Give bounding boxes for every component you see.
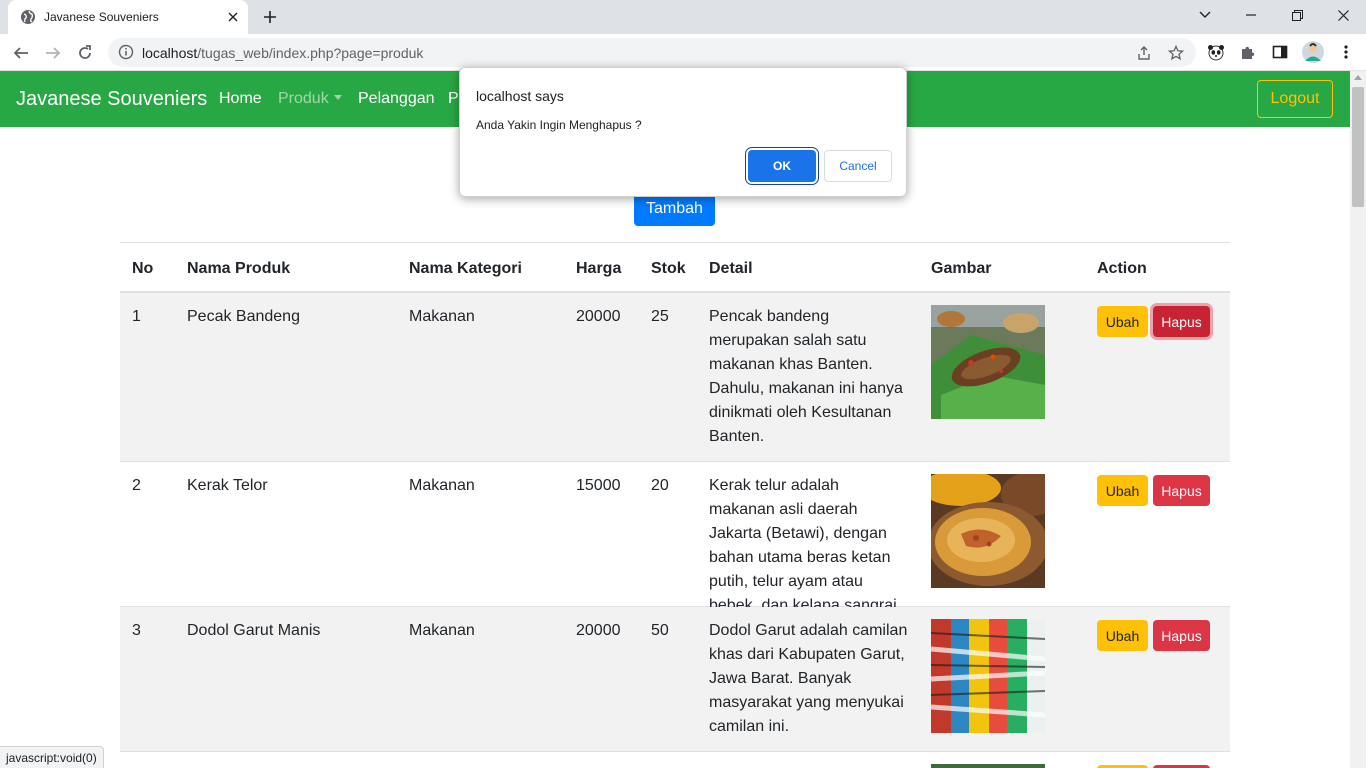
delete-button[interactable]: Hapus bbox=[1153, 475, 1210, 506]
site-info-icon[interactable] bbox=[118, 44, 134, 65]
profile-avatar[interactable] bbox=[1301, 40, 1325, 64]
minimize-icon[interactable] bbox=[1228, 0, 1274, 30]
cell-detail: Dodol Garut adalah camilan khas dari Kab… bbox=[709, 622, 908, 735]
header-nama-kategori: Nama Kategori bbox=[409, 260, 522, 277]
globe-icon bbox=[20, 9, 36, 25]
cell-stok: 20 bbox=[651, 477, 669, 494]
cell-harga: 15000 bbox=[576, 477, 621, 494]
url-path: /tugas_web/index.php?page=produk bbox=[197, 45, 424, 61]
product-image-dodol-garut bbox=[931, 619, 1045, 733]
product-image-partial bbox=[931, 764, 1045, 768]
cell-kategori: Makanan bbox=[409, 622, 475, 639]
header-no: No bbox=[132, 260, 154, 277]
new-tab-icon[interactable] bbox=[258, 6, 282, 28]
cancel-button[interactable]: Cancel bbox=[824, 150, 892, 182]
page-scrollbar[interactable] bbox=[1350, 71, 1366, 768]
cell-no: 2 bbox=[132, 477, 141, 494]
header-nama-produk: Nama Produk bbox=[187, 260, 291, 277]
cell-no: 1 bbox=[132, 308, 141, 325]
forward-arrow-icon[interactable] bbox=[40, 40, 66, 66]
delete-button[interactable]: Hapus bbox=[1153, 306, 1210, 337]
browser-tab[interactable]: Javanese Souveniers bbox=[8, 0, 248, 34]
table-row: 1 Pecak Bandeng Makanan 20000 25 Pencak … bbox=[120, 293, 1230, 462]
cell-no: 3 bbox=[132, 622, 141, 639]
cell-kategori: Makanan bbox=[409, 477, 475, 494]
header-harga: Harga bbox=[576, 260, 622, 277]
cell-nama-produk: Kerak Telor bbox=[187, 477, 268, 494]
scrollbar-thumb[interactable] bbox=[1352, 87, 1364, 207]
header-detail: Detail bbox=[709, 260, 753, 277]
tab-search-icon[interactable] bbox=[1182, 0, 1228, 30]
cell-detail: Kerak telur adalah makanan asli daerah J… bbox=[709, 477, 902, 614]
caret-down-icon bbox=[333, 95, 342, 100]
browser-tab-bar: Javanese Souveniers bbox=[0, 0, 1366, 34]
navbar-brand[interactable]: Javanese Souveniers bbox=[16, 88, 207, 111]
table-header: No Nama Produk Nama Kategori Harga Stok … bbox=[120, 243, 1230, 293]
side-panel-icon[interactable] bbox=[1270, 42, 1290, 62]
scroll-up-arrow-icon[interactable] bbox=[1354, 75, 1362, 80]
dialog-message: Anda Yakin Ingin Menghapus ? bbox=[476, 118, 642, 132]
cell-nama-produk: Dodol Garut Manis bbox=[187, 622, 321, 639]
browser-toolbar: localhost/tugas_web/index.php?page=produ… bbox=[0, 34, 1366, 71]
cell-stok: 25 bbox=[651, 308, 669, 325]
restore-icon[interactable] bbox=[1274, 0, 1320, 30]
header-action: Action bbox=[1097, 260, 1147, 277]
edit-button[interactable]: Ubah bbox=[1097, 306, 1148, 337]
nav-link-produk-label: Produk bbox=[278, 90, 329, 107]
nav-link-home[interactable]: Home bbox=[219, 90, 262, 108]
product-image-kerak-telor bbox=[931, 474, 1045, 588]
edit-button[interactable]: Ubah bbox=[1097, 475, 1148, 506]
edit-button[interactable]: Ubah bbox=[1097, 620, 1148, 651]
address-bar[interactable]: localhost/tugas_web/index.php?page=produ… bbox=[108, 38, 1196, 67]
url-text: localhost/tugas_web/index.php?page=produ… bbox=[142, 45, 423, 61]
cell-harga: 20000 bbox=[576, 308, 621, 325]
product-table: No Nama Produk Nama Kategori Harga Stok … bbox=[120, 242, 1230, 768]
reload-icon[interactable] bbox=[72, 40, 98, 66]
tab-close-icon[interactable] bbox=[222, 6, 244, 28]
header-stok: Stok bbox=[651, 260, 686, 277]
table-row: 2 Kerak Telor Makanan 15000 20 Kerak tel… bbox=[120, 462, 1230, 614]
dialog-title: localhost says bbox=[476, 88, 564, 104]
share-icon[interactable] bbox=[1134, 43, 1154, 63]
ok-button[interactable]: OK bbox=[748, 150, 816, 182]
panda-extension-icon[interactable] bbox=[1206, 42, 1226, 62]
table-row-partial bbox=[120, 752, 1230, 768]
status-bar: javascript:void(0) bbox=[0, 746, 104, 768]
cell-kategori: Makanan bbox=[409, 308, 475, 325]
delete-button[interactable]: Hapus bbox=[1153, 620, 1210, 651]
cell-stok: 50 bbox=[651, 622, 669, 639]
browser-menu-icon[interactable] bbox=[1336, 42, 1356, 62]
bookmark-star-icon[interactable] bbox=[1166, 43, 1186, 63]
close-window-icon[interactable] bbox=[1320, 0, 1366, 30]
cell-detail: Pencak bandeng merupakan salah satu maka… bbox=[709, 308, 903, 445]
nav-link-produk[interactable]: Produk bbox=[278, 90, 342, 108]
cell-harga: 20000 bbox=[576, 622, 621, 639]
nav-link-pelanggan[interactable]: Pelanggan bbox=[358, 90, 435, 108]
header-gambar: Gambar bbox=[931, 260, 992, 277]
extensions-puzzle-icon[interactable] bbox=[1238, 42, 1258, 62]
product-image-pecak-bandeng bbox=[931, 305, 1045, 419]
url-host: localhost bbox=[142, 45, 198, 61]
cell-nama-produk: Pecak Bandeng bbox=[187, 308, 300, 325]
table-row: 3 Dodol Garut Manis Makanan 20000 50 Dod… bbox=[120, 607, 1230, 752]
confirm-dialog: localhost says Anda Yakin Ingin Menghapu… bbox=[459, 67, 907, 197]
logout-button[interactable]: Logout bbox=[1257, 80, 1333, 118]
back-arrow-icon[interactable] bbox=[8, 40, 34, 66]
tab-title: Javanese Souveniers bbox=[44, 10, 159, 24]
